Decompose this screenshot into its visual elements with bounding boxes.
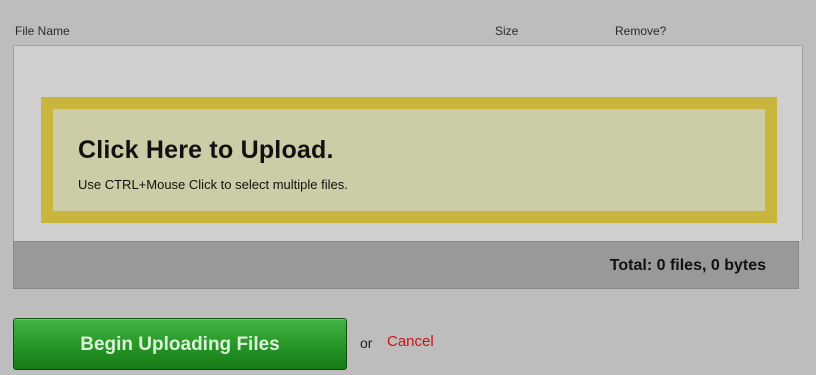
upload-dropzone-hint: Use CTRL+Mouse Click to select multiple … bbox=[78, 177, 348, 192]
upload-dropzone[interactable]: Click Here to Upload. Use CTRL+Mouse Cli… bbox=[41, 97, 777, 223]
upload-dropzone-title: Click Here to Upload. bbox=[78, 136, 334, 164]
cancel-link[interactable]: Cancel bbox=[387, 333, 434, 350]
file-list-header: File Name Size Remove? bbox=[15, 24, 800, 44]
begin-upload-button[interactable]: Begin Uploading Files bbox=[13, 318, 347, 370]
remove-column-header: Remove? bbox=[615, 24, 667, 38]
file-name-column-header: File Name bbox=[15, 24, 70, 38]
upload-total-text: Total: 0 files, 0 bytes bbox=[609, 257, 766, 274]
file-uploader: File Name Size Remove? Click Here to Upl… bbox=[0, 0, 816, 375]
size-column-header: Size bbox=[495, 24, 519, 38]
or-separator: or bbox=[360, 335, 373, 351]
upload-summary-bar: Total: 0 files, 0 bytes bbox=[13, 241, 799, 289]
